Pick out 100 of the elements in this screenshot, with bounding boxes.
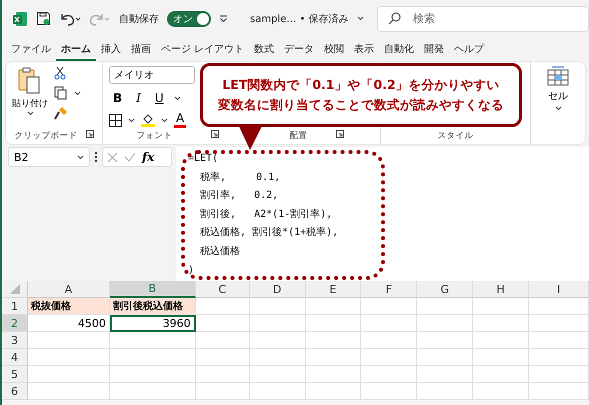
caret-icon[interactable]	[74, 90, 81, 96]
table-cell[interactable]	[529, 383, 589, 400]
dialog-launcher-icon[interactable]	[86, 130, 94, 138]
font-color-button[interactable]: A	[174, 112, 186, 128]
ribbon-tab[interactable]: 校閲	[319, 38, 350, 60]
ribbon-tab[interactable]: ヘルプ	[449, 38, 490, 60]
table-cell[interactable]	[361, 383, 418, 400]
table-cell[interactable]	[361, 349, 418, 366]
table-cell[interactable]	[28, 366, 110, 383]
table-cell[interactable]	[417, 298, 474, 315]
table-cell[interactable]	[361, 366, 418, 383]
table-cell[interactable]	[250, 315, 306, 332]
autosave-toggle[interactable]: オン	[167, 10, 211, 26]
table-cell[interactable]	[250, 298, 306, 315]
scissors-icon[interactable]	[54, 66, 66, 80]
column-header[interactable]: D	[250, 281, 306, 298]
table-cell[interactable]	[28, 383, 110, 400]
table-cell[interactable]	[361, 298, 418, 315]
name-box[interactable]: B2	[8, 147, 90, 167]
row-header[interactable]: 3	[2, 332, 28, 349]
table-cell[interactable]: 税抜価格	[28, 298, 110, 315]
ribbon-tab[interactable]: ページ レイアウト	[156, 38, 250, 60]
row-header[interactable]: 1	[2, 298, 28, 315]
ribbon-tab[interactable]: 表示	[349, 38, 380, 60]
dialog-launcher-icon[interactable]	[336, 130, 344, 138]
search-input[interactable]: 検索	[411, 11, 555, 26]
table-cell[interactable]	[473, 366, 530, 383]
table-cell[interactable]: 4500	[28, 315, 110, 332]
table-cell[interactable]	[529, 332, 589, 349]
ribbon-tab[interactable]: 開発	[419, 38, 450, 60]
table-cell[interactable]	[196, 349, 250, 366]
search-field[interactable]: 検索	[377, 6, 589, 32]
table-cell[interactable]	[529, 298, 589, 315]
table-cell[interactable]	[110, 332, 196, 349]
paste-button[interactable]: 貼り付け	[12, 66, 48, 130]
table-cell[interactable]	[361, 332, 418, 349]
table-cell[interactable]	[306, 332, 362, 349]
table-cell[interactable]	[417, 383, 474, 400]
undo-icon[interactable]	[59, 12, 81, 26]
table-cell[interactable]	[196, 332, 250, 349]
fill-color-icon[interactable]	[141, 113, 155, 127]
row-header[interactable]: 6	[2, 383, 28, 400]
table-cell[interactable]	[473, 349, 530, 366]
table-cell[interactable]	[196, 315, 250, 332]
table-cell[interactable]	[250, 366, 306, 383]
ribbon-tab[interactable]: 数式	[249, 38, 280, 60]
table-cell[interactable]	[306, 298, 362, 315]
table-cell[interactable]	[417, 315, 474, 332]
caret-icon[interactable]	[77, 154, 84, 160]
table-cell[interactable]	[28, 349, 110, 366]
table-cell[interactable]	[473, 332, 530, 349]
column-header[interactable]: I	[529, 281, 589, 298]
table-cell[interactable]	[250, 383, 306, 400]
formula-text[interactable]: =LET( 税率, 0.1, 割引率, 0.2, 割引後, A2*(1-割引率), 税込価格, 割引後*(1+税率), 税込価格 )	[176, 147, 589, 281]
ribbon-tab[interactable]: ファイル	[6, 38, 56, 60]
table-cell[interactable]	[529, 315, 589, 332]
column-header[interactable]: E	[306, 281, 362, 298]
table-cell[interactable]	[110, 349, 196, 366]
caret-icon[interactable]	[174, 96, 181, 100]
format-painter-icon[interactable]	[54, 106, 68, 120]
row-header[interactable]: 5	[2, 366, 28, 383]
table-cell[interactable]	[110, 366, 196, 383]
save-icon[interactable]	[36, 11, 51, 26]
caret-icon[interactable]	[128, 118, 135, 122]
dialog-launcher-icon[interactable]	[210, 130, 218, 138]
file-name[interactable]: sample… • 保存済み	[250, 12, 349, 26]
column-header[interactable]: A	[28, 281, 110, 298]
table-cell[interactable]	[529, 349, 589, 366]
table-cell[interactable]	[306, 315, 362, 332]
row-header[interactable]: 4	[2, 349, 28, 366]
customize-toolbar-icon[interactable]	[219, 14, 228, 22]
table-cell[interactable]	[473, 383, 530, 400]
table-cell[interactable]	[196, 366, 250, 383]
table-cell[interactable]	[306, 349, 362, 366]
table-cell[interactable]	[473, 298, 530, 315]
select-all-corner[interactable]	[2, 281, 28, 298]
table-cell[interactable]	[361, 315, 418, 332]
table-cell[interactable]	[306, 383, 362, 400]
row-header[interactable]: 2	[2, 315, 28, 332]
insert-function-button[interactable]: fx	[142, 150, 154, 164]
redo-icon[interactable]	[89, 12, 111, 26]
format-button[interactable]: B	[109, 91, 126, 105]
file-menu-caret-icon[interactable]	[356, 16, 364, 21]
table-cell[interactable]	[196, 383, 250, 400]
cancel-icon[interactable]	[107, 152, 118, 162]
excel-logo-icon[interactable]	[12, 10, 28, 26]
table-cell[interactable]	[417, 366, 474, 383]
column-header[interactable]: G	[417, 281, 474, 298]
table-cell[interactable]	[28, 332, 110, 349]
format-button[interactable]: I	[132, 91, 145, 105]
caret-icon[interactable]	[26, 111, 34, 116]
column-header[interactable]: C	[196, 281, 250, 298]
table-cell[interactable]	[110, 383, 196, 400]
caret-icon[interactable]	[554, 106, 562, 111]
table-cell[interactable]	[250, 332, 306, 349]
cells-button[interactable]: セル	[537, 66, 579, 111]
table-cell[interactable]: 3960	[110, 315, 196, 332]
ribbon-tab[interactable]: 挿入	[96, 38, 126, 60]
font-name-field[interactable]: メイリオ	[109, 66, 195, 84]
table-cell[interactable]	[529, 366, 589, 383]
